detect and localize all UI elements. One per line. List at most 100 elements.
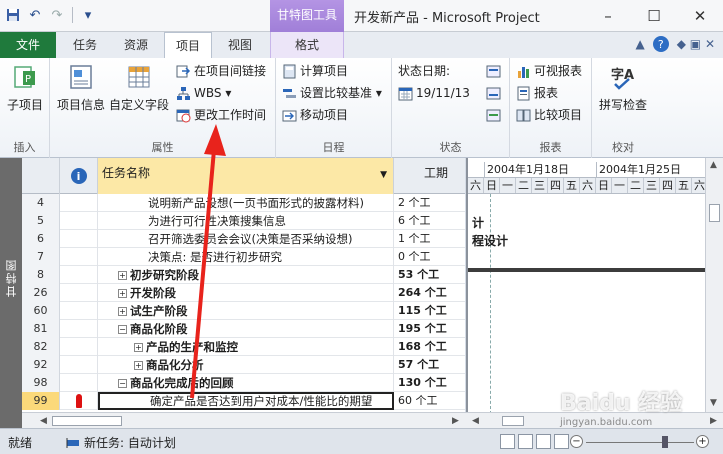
vertical-scrollbar[interactable]: ▲ ▼	[705, 158, 723, 412]
view-bar-gantt[interactable]: 甘特图	[0, 158, 22, 428]
maximize-button[interactable]: ☐	[631, 0, 677, 32]
wbs-button[interactable]: WBS ▾	[176, 84, 231, 102]
compare-projects-button[interactable]: 比较项目	[516, 106, 582, 124]
team-planner-view-icon[interactable]	[536, 434, 551, 449]
row-id[interactable]: 8	[22, 266, 60, 284]
task-name-cell[interactable]: 确定产品是否达到用户对成本/性能比的期望	[98, 392, 394, 410]
task-name-cell[interactable]: 为进行可行性决策搜集信息	[98, 212, 394, 230]
redo-icon[interactable]: ↷	[48, 6, 66, 24]
customize-qat-icon[interactable]: ▾	[79, 6, 97, 24]
duration-cell[interactable]: 130 个工	[394, 374, 465, 392]
row-id[interactable]: 6	[22, 230, 60, 248]
task-name-cell[interactable]: − 商品化完成后的回顾	[98, 374, 394, 392]
expand-icon[interactable]: +	[118, 307, 127, 316]
resource-sheet-view-icon[interactable]	[554, 434, 569, 449]
gantt-scroll-left-icon[interactable]: ◀	[472, 416, 479, 426]
row-id[interactable]: 92	[22, 356, 60, 374]
reports-button[interactable]: 报表	[516, 84, 558, 102]
row-id[interactable]: 81	[22, 320, 60, 338]
scroll-left-icon[interactable]: ◀	[40, 416, 47, 426]
custom-fields-button[interactable]: 自定义字段	[108, 62, 170, 113]
row-id[interactable]: 7	[22, 248, 60, 266]
links-between-projects-button[interactable]: 在项目间链接	[176, 62, 266, 80]
duration-cell[interactable]: 1 个工	[394, 230, 465, 248]
row-id[interactable]: 26	[22, 284, 60, 302]
row-id[interactable]: 60	[22, 302, 60, 320]
expand-icon[interactable]: +	[134, 343, 143, 352]
scroll-up-icon[interactable]: ▲	[710, 160, 717, 170]
zoom-in-button[interactable]: +	[696, 435, 709, 448]
spelling-button[interactable]: 字A 拼写检查	[596, 62, 650, 113]
duration-cell[interactable]: 168 个工	[394, 338, 465, 356]
row-id[interactable]: 4	[22, 194, 60, 212]
table-row[interactable]: 60 + 试生产阶段 115 个工	[22, 302, 465, 320]
tab-task[interactable]: 任务	[62, 32, 108, 58]
task-name-cell[interactable]: + 产品的生产和监控	[98, 338, 394, 356]
task-name-cell[interactable]: + 商品化分析	[98, 356, 394, 374]
row-id[interactable]: 99	[22, 392, 60, 410]
table-scroll-right-icon[interactable]: ▶	[452, 416, 459, 426]
row-id[interactable]: 5	[22, 212, 60, 230]
minimize-ribbon-icon[interactable]: ▲	[636, 37, 645, 51]
set-baseline-button[interactable]: 设置比较基准 ▾	[282, 84, 382, 102]
duration-cell[interactable]: 57 个工	[394, 356, 465, 374]
calculate-project-button[interactable]: 计算项目	[282, 62, 348, 80]
duration-cell[interactable]: 264 个工	[394, 284, 465, 302]
minimize-button[interactable]: –	[585, 0, 631, 32]
duration-cell[interactable]: 2 个工	[394, 194, 465, 212]
header-duration[interactable]: 工期	[394, 158, 465, 194]
close-button[interactable]: ✕	[677, 0, 723, 32]
collapse-icon[interactable]: −	[118, 379, 127, 388]
expand-icon[interactable]: +	[118, 271, 127, 280]
table-row[interactable]: 26 + 开发阶段 264 个工	[22, 284, 465, 302]
row-id[interactable]: 82	[22, 338, 60, 356]
doc-window-controls-icon[interactable]: ◆ ▣ ✕	[677, 37, 715, 51]
status-update-icon-1[interactable]	[486, 62, 501, 80]
change-working-time-button[interactable]: 更改工作时间	[176, 106, 266, 124]
status-update-icon-2[interactable]	[486, 84, 501, 102]
task-name-cell[interactable]: 说明新产品设想(一页书面形式的披露材料)	[98, 194, 394, 212]
table-row[interactable]: 81 − 商品化阶段 195 个工	[22, 320, 465, 338]
gantt-scroll-right-icon[interactable]: ▶	[710, 416, 717, 426]
table-scroll-thumb[interactable]	[52, 416, 122, 426]
undo-icon[interactable]: ↶	[26, 6, 44, 24]
filter-dropdown-icon[interactable]: ▼	[380, 170, 387, 180]
gantt-view-icon[interactable]	[500, 434, 515, 449]
task-name-cell[interactable]: + 初步研究阶段	[98, 266, 394, 284]
tab-project[interactable]: 项目	[164, 32, 212, 58]
duration-cell[interactable]: 115 个工	[394, 302, 465, 320]
table-row[interactable]: 99 确定产品是否达到用户对成本/性能比的期望 60 个工	[22, 392, 465, 410]
tab-format[interactable]: 格式	[270, 32, 344, 58]
task-name-cell[interactable]: − 商品化阶段	[98, 320, 394, 338]
gantt-summary-bar[interactable]	[468, 268, 705, 272]
tab-resource[interactable]: 资源	[112, 32, 160, 58]
tab-file[interactable]: 文件	[0, 32, 56, 58]
table-row[interactable]: 5 为进行可行性决策搜集信息 6 个工	[22, 212, 465, 230]
table-row[interactable]: 92 + 商品化分析 57 个工	[22, 356, 465, 374]
new-task-mode[interactable]: 新任务: 自动计划	[66, 434, 176, 451]
zoom-out-button[interactable]: −	[570, 435, 583, 448]
table-row[interactable]: 7 决策点: 是否进行初步研究 0 个工	[22, 248, 465, 266]
table-row[interactable]: 8 + 初步研究阶段 53 个工	[22, 266, 465, 284]
subproject-button[interactable]: P 子项目	[4, 62, 46, 113]
status-update-icon-3[interactable]	[486, 106, 501, 124]
gantt-chart[interactable]: 2004年1月18日 2004年1月25日 六日一二三四五六日一二三四五六 计 …	[466, 158, 705, 412]
table-row[interactable]: 82 + 产品的生产和监控 168 个工	[22, 338, 465, 356]
help-icon[interactable]: ?	[652, 36, 669, 52]
row-id[interactable]: 98	[22, 374, 60, 392]
duration-cell[interactable]: 53 个工	[394, 266, 465, 284]
vertical-scroll-thumb[interactable]	[709, 204, 720, 222]
header-indicators[interactable]: i	[60, 158, 98, 194]
visual-reports-button[interactable]: 可视报表	[516, 62, 582, 80]
header-task-name[interactable]: 任务名称 ▼	[98, 158, 394, 194]
duration-cell[interactable]: 0 个工	[394, 248, 465, 266]
header-id[interactable]	[22, 158, 60, 194]
duration-cell[interactable]: 195 个工	[394, 320, 465, 338]
task-name-cell[interactable]: + 开发阶段	[98, 284, 394, 302]
duration-cell[interactable]: 6 个工	[394, 212, 465, 230]
task-usage-view-icon[interactable]	[518, 434, 533, 449]
project-info-button[interactable]: 项目信息	[56, 62, 106, 113]
scroll-down-icon[interactable]: ▼	[710, 398, 717, 408]
save-icon[interactable]	[4, 6, 22, 24]
task-name-cell[interactable]: 决策点: 是否进行初步研究	[98, 248, 394, 266]
